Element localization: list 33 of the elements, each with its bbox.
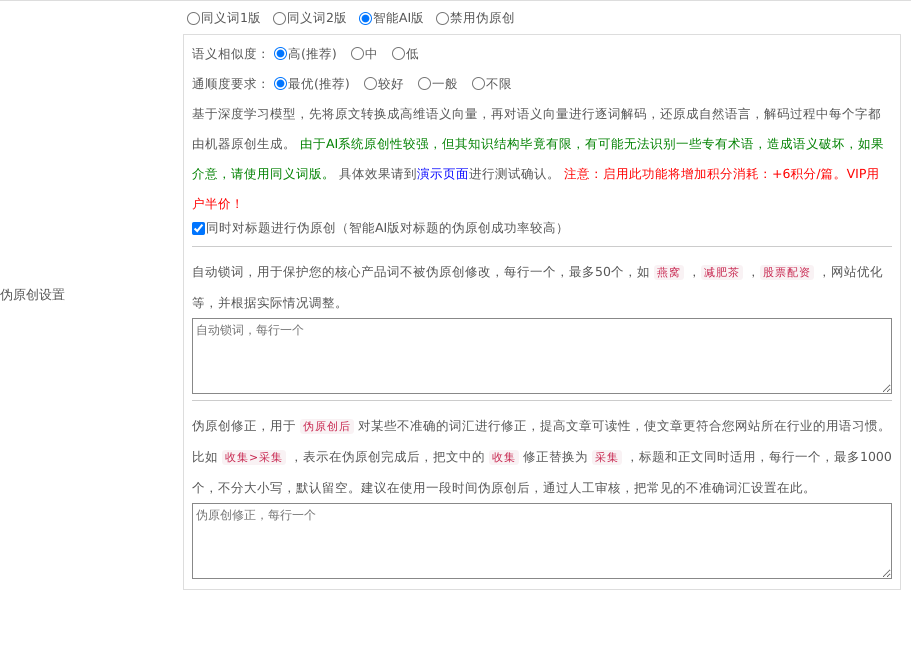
radio-button[interactable] [350,47,364,60]
radio-button[interactable] [272,12,286,25]
radio-button[interactable] [436,12,450,25]
option-label[interactable]: 最优(推荐) [288,68,350,99]
option-label[interactable]: 低 [406,38,419,69]
checkbox[interactable] [192,222,205,235]
correction-field[interactable]: 伪原创修正，每行一个 [192,503,892,580]
radio-button[interactable] [364,77,377,90]
option-label[interactable]: 高(推荐) [288,38,337,69]
lock-words-field[interactable]: 自动锁词，每行一个 [192,318,892,394]
radio-button[interactable] [472,77,485,90]
option-label[interactable]: 中 [364,38,378,69]
radio-button[interactable] [274,47,287,60]
section-label: 伪原创设置 [0,286,65,305]
option-label[interactable]: 较好 [378,68,404,99]
option-label[interactable]: 同义词1版 [201,9,261,28]
option-label[interactable]: 同时对标题进行伪原创（智能AI版对标题的伪原创成功率较高） [206,218,570,238]
field-label: 通顺度要求： [192,74,270,93]
radio-button[interactable] [358,12,372,25]
option-label[interactable]: 一般 [432,68,458,99]
field-label: 语义相似度： [192,44,270,63]
radio-button[interactable] [274,77,287,90]
description-text: 自动锁词，用于保护您的核心产品词不被伪原创修改，每行一个，最多50个，如 燕窝 ， 减肥茶 ， 股票配资 ，网站优化等，并根据实际情况调整。 [192,263,884,312]
option-label[interactable]: 智能AI版 [372,9,424,28]
radio-button[interactable] [392,47,405,60]
radio-button[interactable] [187,12,200,25]
option-label[interactable]: 同义词2版 [286,9,347,28]
option-label[interactable]: 不限 [486,68,512,99]
option-label[interactable]: 禁用伪原创 [450,9,516,28]
radio-button[interactable] [418,77,431,90]
description-text: 基于深度学习模型，先将原文转换成高维语义向量，再对语义向量进行逐词解码，还原成自然语言，解码过程中每个字都由机器原创生成。 由于AI系统原创性较强，但其知识结构毕竟有限，有可能无法识别一些专有术语，造成语义破坏，如果介意，请使用同义词版。 具体效果请到演示页面进行测试确认。 注意：启用此功能将增加积分消耗：+6积分/篇。VIP用户半价！ [192,104,886,213]
demo-link[interactable]: 演示页面 [416,166,469,181]
description-text: 伪原创修正，用于 伪原创后 对某些不准确的词汇进行修正，提高文章可读性，使文章更符合您网站所在行业的用语习惯。比如 收集>采集 ，表示在伪原创完成后，把文中的 收集 修正替换为 采集 ，标题和正文同时适用，每行一个，最多1000个，不分大小写，默认留空。建议在使用一段时间伪原创后，通过人工审核，把常见的不准确词汇设置在此。 [192,417,892,498]
